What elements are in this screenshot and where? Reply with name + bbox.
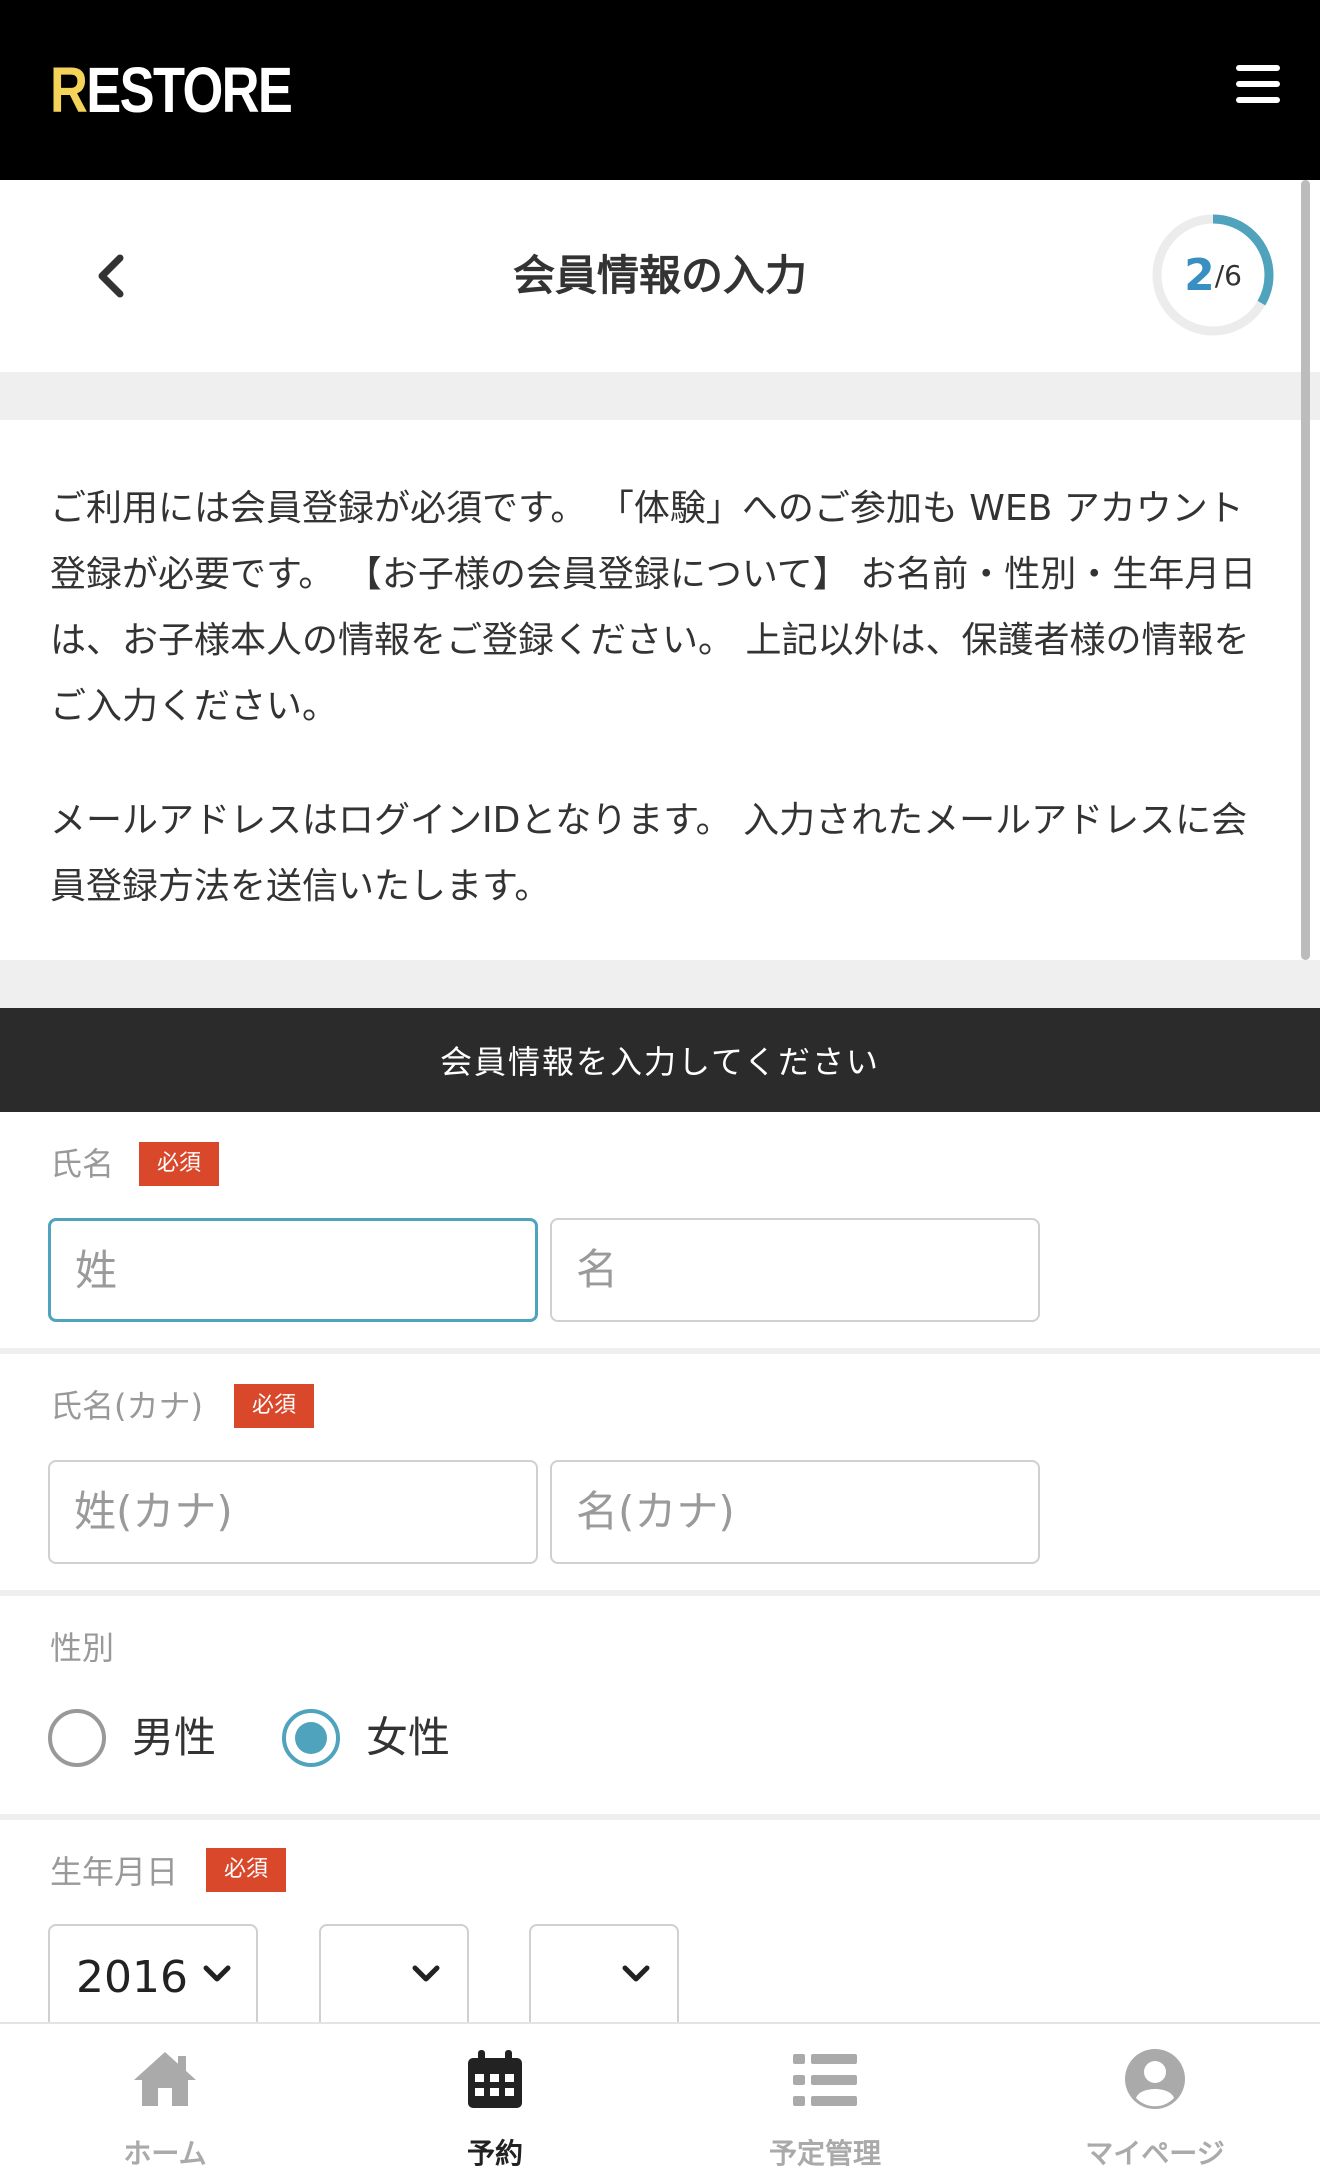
restore-logo[interactable]: RESTORE bbox=[50, 55, 293, 125]
nav-home[interactable]: ホーム bbox=[0, 2024, 330, 2182]
bottom-navigation: ホーム 予約 予定管理 マイページ bbox=[0, 2022, 1320, 2182]
first-name-input[interactable]: 名 bbox=[550, 1218, 1040, 1322]
required-badge: 必須 bbox=[139, 1142, 220, 1186]
name-label: 氏名 bbox=[50, 1145, 115, 1183]
chevron-down-icon bbox=[412, 1965, 440, 1982]
page-header: 会員情報の入力 2/6 bbox=[0, 180, 1320, 372]
required-badge: 必須 bbox=[234, 1384, 315, 1428]
name-field: 氏名 必須 姓 名 bbox=[0, 1112, 1320, 1348]
section-title: 会員情報を入力してください bbox=[0, 1008, 1320, 1112]
first-name-kana-input[interactable]: 名(カナ) bbox=[550, 1460, 1040, 1564]
gender-male-label[interactable]: 男性 bbox=[132, 1709, 216, 1767]
gender-label: 性別 bbox=[50, 1629, 115, 1667]
kana-name-field: 氏名(カナ) 必須 姓(カナ) 名(カナ) bbox=[0, 1354, 1320, 1590]
nav-schedule[interactable]: 予定管理 bbox=[660, 2024, 990, 2182]
last-name-input[interactable]: 姓 bbox=[48, 1218, 538, 1322]
gender-field: 性別 男性 女性 bbox=[0, 1596, 1320, 1814]
divider bbox=[0, 960, 1320, 1008]
chevron-down-icon bbox=[203, 1965, 231, 1982]
birth-year-select[interactable]: 2016 bbox=[48, 1924, 258, 2022]
info-paragraph-2: メールアドレスはログインIDとなります。 入力されたメールアドレスに会員登録方法… bbox=[50, 800, 1248, 907]
gender-female-radio[interactable] bbox=[282, 1709, 340, 1767]
birthday-field: 生年月日 必須 2016 bbox=[0, 1820, 1320, 2022]
home-icon bbox=[134, 2052, 196, 2106]
step-current: 2 bbox=[1184, 249, 1215, 301]
kana-label: 氏名(カナ) bbox=[50, 1387, 203, 1425]
list-icon bbox=[793, 2054, 857, 2106]
gender-female-label[interactable]: 女性 bbox=[366, 1709, 450, 1767]
info-paragraph-1: ご利用には会員登録が必須です。 「体験」へのご参加も WEB アカウント登録が必… bbox=[50, 488, 1257, 727]
chevron-down-icon bbox=[622, 1965, 650, 1982]
birth-day-select[interactable] bbox=[529, 1924, 679, 2022]
page-title: 会員情報の入力 bbox=[512, 251, 807, 300]
gender-male-radio[interactable] bbox=[48, 1709, 106, 1767]
birth-month-select[interactable] bbox=[319, 1924, 469, 2022]
user-circle-icon bbox=[1125, 2049, 1185, 2109]
registration-info: ご利用には会員登録が必須です。 「体験」へのご参加も WEB アカウント登録が必… bbox=[0, 420, 1320, 960]
calendar-icon bbox=[468, 2050, 522, 2108]
nav-reservation[interactable]: 予約 bbox=[330, 2024, 660, 2182]
scrollbar[interactable] bbox=[1301, 180, 1310, 960]
app-bar: RESTORE bbox=[0, 0, 1320, 180]
step-total: /6 bbox=[1214, 258, 1242, 292]
step-progress-indicator: 2/6 bbox=[1150, 212, 1276, 338]
hamburger-menu-icon[interactable] bbox=[1236, 65, 1280, 103]
last-name-kana-input[interactable]: 姓(カナ) bbox=[48, 1460, 538, 1564]
required-badge: 必須 bbox=[206, 1848, 287, 1892]
divider bbox=[0, 372, 1320, 420]
birthday-label: 生年月日 bbox=[50, 1853, 179, 1891]
nav-mypage[interactable]: マイページ bbox=[990, 2024, 1320, 2182]
